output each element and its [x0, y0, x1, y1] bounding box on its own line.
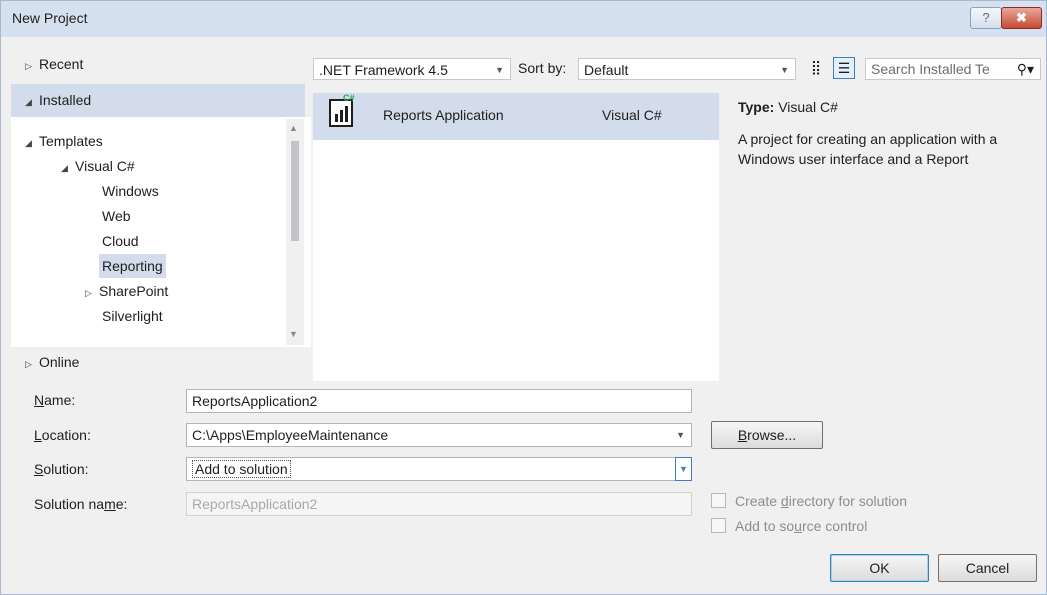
chevron-down-icon: ▼	[676, 430, 685, 440]
tree-scrollbar[interactable]: ▲ ▼	[286, 119, 304, 345]
window-title: New Project	[12, 10, 88, 26]
tree-item-visual-csharp[interactable]: ◢ Visual C#	[61, 154, 135, 178]
checkbox-box[interactable]	[711, 493, 726, 508]
collapse-arrow-icon[interactable]: ◢	[25, 90, 39, 114]
tree-item-silverlight[interactable]: Silverlight	[102, 304, 163, 328]
title-bar[interactable]: New Project ? ✖	[1, 1, 1046, 37]
details-pane: Type: Visual C# A project for creating a…	[723, 93, 1043, 381]
template-list: C# Reports Application Visual C#	[313, 93, 719, 381]
expand-arrow-icon[interactable]: ▷	[85, 281, 99, 305]
location-dropdown[interactable]: C:\Apps\EmployeeMaintenance ▼	[186, 423, 692, 447]
chevron-down-icon: ▼	[780, 65, 789, 75]
expand-arrow-icon[interactable]: ▷	[25, 352, 39, 376]
solution-dropdown[interactable]: Add to solution	[186, 457, 676, 481]
tree-item-sharepoint[interactable]: ▷ SharePoint	[85, 279, 168, 303]
scroll-down-icon[interactable]: ▼	[289, 329, 298, 339]
tree-item-templates[interactable]: ◢ Templates	[25, 129, 103, 153]
solution-label: Solution:	[34, 461, 89, 477]
framework-dropdown[interactable]: .NET Framework 4.5 ▼	[313, 58, 511, 80]
search-input[interactable]: Search Installed Te ⚲▾	[865, 58, 1041, 80]
browse-button[interactable]: Browse...	[711, 421, 823, 449]
scroll-up-icon[interactable]: ▲	[289, 123, 298, 133]
nav-installed[interactable]: ◢ Installed	[25, 88, 91, 112]
template-language: Visual C#	[602, 107, 662, 123]
help-button[interactable]: ?	[970, 7, 1002, 29]
name-label: Name:	[34, 392, 76, 408]
tree-item-windows[interactable]: Windows	[102, 179, 159, 203]
add-source-control-checkbox[interactable]: Add to source control	[711, 518, 867, 534]
dialog-client: ▷ Recent ◢ Installed ◢ Templates ◢ Visual C#…	[1, 37, 1046, 594]
tree-item-cloud[interactable]: Cloud	[102, 229, 139, 253]
solution-name-label: Solution name:	[34, 496, 128, 512]
new-project-dialog: New Project ? ✖ ▷ Recent ◢ Installed ◢ Temp…	[0, 0, 1047, 595]
nav-recent[interactable]: ▷ Recent	[25, 52, 83, 76]
tree-item-reporting[interactable]: Reporting	[99, 254, 166, 278]
chevron-down-icon[interactable]: ▼	[675, 457, 692, 481]
tree-item-web[interactable]: Web	[102, 204, 131, 228]
cancel-button[interactable]: Cancel	[938, 554, 1037, 582]
chevron-down-icon: ▼	[495, 65, 504, 75]
ok-button[interactable]: OK	[830, 554, 929, 582]
create-directory-checkbox[interactable]: Create directory for solution	[711, 493, 907, 509]
collapse-arrow-icon[interactable]: ◢	[25, 131, 39, 155]
close-button[interactable]: ✖	[1001, 7, 1042, 29]
template-name: Reports Application	[383, 107, 504, 123]
expand-arrow-icon[interactable]: ▷	[25, 54, 39, 78]
small-icons-view-icon[interactable]: ⣿	[805, 57, 827, 79]
collapse-arrow-icon[interactable]: ◢	[61, 156, 75, 180]
solution-name-input: ReportsApplication2	[186, 492, 692, 516]
reports-application-icon: C#	[329, 93, 355, 127]
sort-dropdown[interactable]: Default ▼	[578, 58, 796, 80]
sort-label: Sort by:	[518, 60, 567, 76]
name-input[interactable]: ReportsApplication2	[186, 389, 692, 413]
template-row[interactable]: C# Reports Application Visual C#	[313, 93, 719, 140]
nav-online[interactable]: ▷ Online	[25, 350, 79, 374]
template-type: Type: Visual C#	[738, 99, 838, 115]
scroll-thumb[interactable]	[291, 141, 299, 241]
list-view-icon[interactable]: ☰	[833, 57, 855, 79]
search-icon[interactable]: ⚲▾	[1017, 59, 1034, 79]
checkbox-box[interactable]	[711, 518, 726, 533]
template-description: A project for creating an application wi…	[738, 131, 998, 167]
location-label: Location:	[34, 427, 91, 443]
